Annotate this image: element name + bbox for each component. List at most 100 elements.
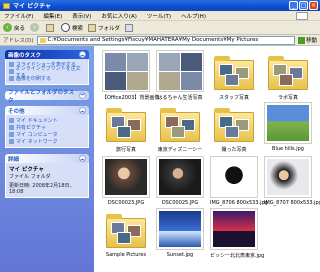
picture-tasks-header[interactable]: 画像のタスク ︽ xyxy=(5,50,89,59)
file-item[interactable]: Blue hills.jpg xyxy=(264,102,312,152)
windows-logo-icon xyxy=(296,12,308,20)
toolbar: ‹ 戻る › 検索 フォルダ xyxy=(0,21,320,35)
thumbnail-preview xyxy=(117,232,131,244)
thumbnail-preview xyxy=(117,126,131,138)
up-folder-icon xyxy=(46,23,55,32)
file-tasks-panel: ファイルとフォルダのタスク ︾ xyxy=(5,90,89,104)
thumbnail xyxy=(210,50,258,92)
menu-tools[interactable]: ツール(T) xyxy=(147,12,171,20)
minimize-button[interactable]: _ xyxy=(289,1,298,10)
folder-item[interactable]: 東京ディズニーシー xyxy=(156,102,204,153)
menu-view[interactable]: 表示(V) xyxy=(72,12,91,20)
file-name: スタッフ写真 xyxy=(218,95,249,101)
file-name: はるちゃん生活写真 xyxy=(157,95,203,101)
chevron-down-icon: ︾ xyxy=(79,92,86,99)
thumbnail xyxy=(210,208,258,250)
thumbnail-preview xyxy=(127,72,148,90)
file-name: 撮った写真 xyxy=(221,147,247,153)
folder-item[interactable]: 撮った写真 xyxy=(210,102,258,153)
folder-item[interactable]: はるちゃん生活写真 xyxy=(156,50,204,101)
file-item[interactable]: ビッシー北北斎東京.jpg xyxy=(210,208,264,259)
thumbnail-preview xyxy=(159,53,180,71)
shared-folder-icon xyxy=(9,125,14,130)
thumbnail-preview xyxy=(159,72,180,90)
chevron-up-icon: ︽ xyxy=(79,51,86,58)
folder-icon xyxy=(214,108,254,142)
folder-item[interactable]: ラボ写真 xyxy=(264,50,312,101)
folder-icon xyxy=(214,56,254,90)
go-button[interactable]: 移動 xyxy=(297,36,317,44)
up-folder-button[interactable] xyxy=(46,23,56,32)
thumbnail-preview xyxy=(225,126,239,138)
file-item[interactable]: IMG_8707 800x533.jpg xyxy=(264,156,320,206)
address-label: アドレス(D) xyxy=(3,38,34,44)
file-name: Sunset.jpg xyxy=(166,252,194,258)
title-bar: マイ ピクチャ _ □ × xyxy=(0,0,320,11)
folders-icon xyxy=(88,23,97,32)
file-name: DSC00025.JPG xyxy=(161,200,199,206)
views-button[interactable] xyxy=(125,23,135,32)
folders-button[interactable]: フォルダ xyxy=(88,23,120,32)
thumbnail xyxy=(210,102,258,144)
other-places-header[interactable]: その他 ︽ xyxy=(5,106,89,115)
thumbnail xyxy=(210,156,258,198)
folder-icon xyxy=(106,108,146,142)
thumbnail-preview xyxy=(181,72,202,90)
thumbnail-preview xyxy=(105,53,126,71)
details-panel: 詳細 ︽ マイ ピクチャ ファイル フォルダ 更新日時: 2008年2月18日、1… xyxy=(5,154,89,198)
search-button[interactable]: 検索 xyxy=(61,23,83,32)
my-computer-link[interactable]: マイ コンピュータ xyxy=(9,131,85,138)
folder-item[interactable]: 旅行写真 xyxy=(102,102,150,153)
folder-icon xyxy=(160,108,200,142)
task-pane: 画像のタスク ︽ スライドショーを表示する オンラインでプリントを注文する 画像を… xyxy=(0,46,94,272)
search-icon xyxy=(61,23,71,32)
file-item[interactable]: IMG_8706 800x533.jpg xyxy=(210,156,268,206)
slideshow-icon xyxy=(9,62,14,67)
my-network-link[interactable]: マイ ネットワーク xyxy=(9,138,85,145)
thumbnail-preview xyxy=(171,126,185,138)
forward-button[interactable]: › xyxy=(30,23,41,32)
file-name: Sample Pictures xyxy=(105,252,147,258)
thumbnail xyxy=(102,50,150,92)
details-modified: 更新日時: 2008年2月18日、18:08 xyxy=(9,183,75,195)
thumbnail xyxy=(264,156,312,198)
close-button[interactable]: × xyxy=(309,1,318,10)
file-name: IMG_8706 800x533.jpg xyxy=(210,200,268,206)
file-name: DSC00023.JPG xyxy=(107,200,145,206)
my-documents-link[interactable]: マイ ドキュメント xyxy=(9,117,85,124)
maximize-button[interactable]: □ xyxy=(299,1,308,10)
window-title: マイ ピクチャ xyxy=(13,3,52,10)
back-button[interactable]: ‹ 戻る xyxy=(3,23,25,32)
file-item[interactable]: DSC00025.JPG xyxy=(156,156,204,206)
file-item[interactable]: Sunset.jpg xyxy=(156,208,204,258)
menu-file[interactable]: ファイル(F) xyxy=(4,12,33,20)
address-bar: アドレス(D) C:¥Documents and Settings¥Fiscuy… xyxy=(0,35,320,46)
printer-icon xyxy=(9,76,14,81)
other-places-panel: その他 ︽ マイ ドキュメント 共有ピクチャ マイ コンピュータ マイ ネットワー… xyxy=(5,106,89,148)
order-prints-link[interactable]: オンラインでプリントを注文する xyxy=(9,66,85,79)
file-name: ラボ写真 xyxy=(277,95,298,101)
picture-tasks-panel: 画像のタスク ︽ スライドショーを表示する オンラインでプリントを注文する 画像を… xyxy=(5,50,89,85)
computer-icon xyxy=(9,132,14,137)
shared-pictures-link[interactable]: 共有ピクチャ xyxy=(9,124,85,131)
image-preview xyxy=(159,159,201,195)
folder-item[interactable]: スタッフ写真 xyxy=(210,50,258,101)
menu-bar: ファイル(F) 編集(E) 表示(V) お気に入り(A) ツール(T) ヘルプ(… xyxy=(0,11,320,21)
menu-help[interactable]: ヘルプ(H) xyxy=(181,12,206,20)
folder-item[interactable]: 【Office2003】背景画像 xyxy=(102,50,159,101)
menu-edit[interactable]: 編集(E) xyxy=(43,12,62,20)
image-preview xyxy=(267,105,309,141)
folder-item[interactable]: Sample Pictures xyxy=(102,208,150,258)
thumbnail xyxy=(156,156,204,198)
folder-icon xyxy=(106,214,146,248)
thumbnail-preview xyxy=(225,74,239,86)
image-preview xyxy=(159,211,201,247)
views-icon xyxy=(125,23,134,32)
address-field[interactable]: C:¥Documents and Settings¥Fiscuy¥MAHATER… xyxy=(36,35,295,45)
file-tasks-header[interactable]: ファイルとフォルダのタスク ︾ xyxy=(5,90,89,104)
file-name: 東京ディズニーシー xyxy=(157,147,203,153)
globe-icon xyxy=(9,69,14,74)
details-header[interactable]: 詳細 ︽ xyxy=(5,154,89,163)
file-item[interactable]: DSC00023.JPG xyxy=(102,156,150,206)
menu-favorites[interactable]: お気に入り(A) xyxy=(101,12,137,20)
